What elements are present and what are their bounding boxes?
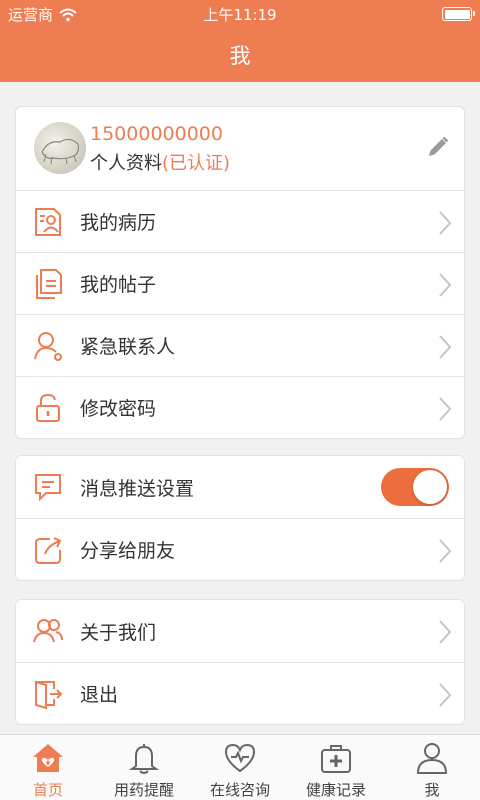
menu-item-logout[interactable]: 退出 — [16, 662, 464, 724]
push-toggle[interactable] — [381, 468, 449, 506]
share-icon — [35, 537, 62, 564]
tab-label: 我 — [424, 781, 440, 799]
menu-item-label: 消息推送设置 — [80, 477, 195, 500]
about-card: 关于我们 退出 — [15, 599, 465, 725]
battery-icon — [442, 7, 475, 21]
chevron-right-icon — [439, 620, 452, 644]
avatar — [34, 122, 86, 174]
menu-item-change-password[interactable]: 修改密码 — [16, 376, 464, 438]
menu-item-share[interactable]: 分享给朋友 — [16, 518, 464, 580]
menu-item-label: 我的帖子 — [80, 274, 157, 296]
menu-item-label: 紧急联系人 — [80, 336, 176, 358]
menu-item-medical-record[interactable]: 我的病历 — [16, 190, 464, 252]
settings-card: 消息推送设置 分享给朋友 — [15, 455, 465, 581]
medical-kit-icon — [321, 745, 351, 773]
chevron-right-icon — [439, 211, 452, 235]
page-title: 我 — [229, 44, 251, 68]
toggle-knob — [413, 470, 447, 504]
tab-home[interactable]: 首页 — [0, 735, 96, 800]
menu-item-label: 退出 — [80, 684, 119, 706]
menu-item-label: 分享给朋友 — [80, 540, 176, 562]
status-time: 上午11:19 — [203, 6, 277, 24]
chevron-right-icon — [439, 335, 452, 359]
chevron-right-icon — [439, 273, 452, 297]
user-icon — [416, 743, 448, 774]
menu-item-label: 关于我们 — [80, 621, 157, 644]
menu-item-emergency-contact[interactable]: 紧急联系人 — [16, 314, 464, 376]
menu-item-push-settings: 消息推送设置 — [16, 456, 464, 518]
bell-icon — [129, 744, 159, 774]
edit-pencil-icon[interactable] — [426, 135, 450, 159]
verified-badge: (已认证) — [162, 153, 231, 174]
profile-card: 15000000000 个人资料(已认证) 我的病历 我的帖子 紧急联系人 修改… — [15, 106, 465, 439]
profile-info-label: 个人资料 — [90, 153, 162, 174]
phone-number: 15000000000 — [90, 123, 223, 145]
posts-icon — [36, 269, 62, 299]
logout-icon — [35, 680, 63, 710]
chevron-right-icon — [439, 539, 452, 563]
menu-item-my-posts[interactable]: 我的帖子 — [16, 252, 464, 314]
tab-label: 首页 — [32, 781, 63, 799]
tab-me[interactable]: 我 — [384, 735, 480, 800]
contact-person-icon — [34, 332, 62, 361]
tab-label: 用药提醒 — [113, 781, 174, 799]
tab-medication-reminder[interactable]: 用药提醒 — [96, 735, 192, 800]
people-icon — [33, 619, 63, 643]
status-bar: 运营商 上午11:19 — [0, 0, 480, 28]
lock-icon — [36, 393, 60, 422]
profile-info: 个人资料(已认证) — [90, 149, 230, 175]
tab-label: 健康记录 — [305, 781, 366, 799]
menu-item-label: 我的病历 — [80, 212, 157, 234]
nav-bar: 我 — [0, 28, 480, 82]
chevron-right-icon — [439, 683, 452, 707]
menu-item-label: 修改密码 — [80, 398, 157, 420]
tab-online-consultation[interactable]: 在线咨询 — [192, 735, 288, 800]
tab-health-record[interactable]: 健康记录 — [288, 735, 384, 800]
menu-item-about-us[interactable]: 关于我们 — [16, 600, 464, 662]
medical-record-icon — [35, 208, 61, 236]
home-icon — [33, 744, 63, 772]
tab-bar: 首页 用药提醒 在线咨询 健康记录 我 — [0, 734, 480, 800]
chevron-right-icon — [439, 397, 452, 421]
tab-label: 在线咨询 — [209, 781, 270, 799]
profile-row[interactable]: 15000000000 个人资料(已认证) — [16, 107, 464, 190]
message-icon — [35, 474, 61, 502]
heart-stethoscope-icon — [224, 743, 256, 773]
